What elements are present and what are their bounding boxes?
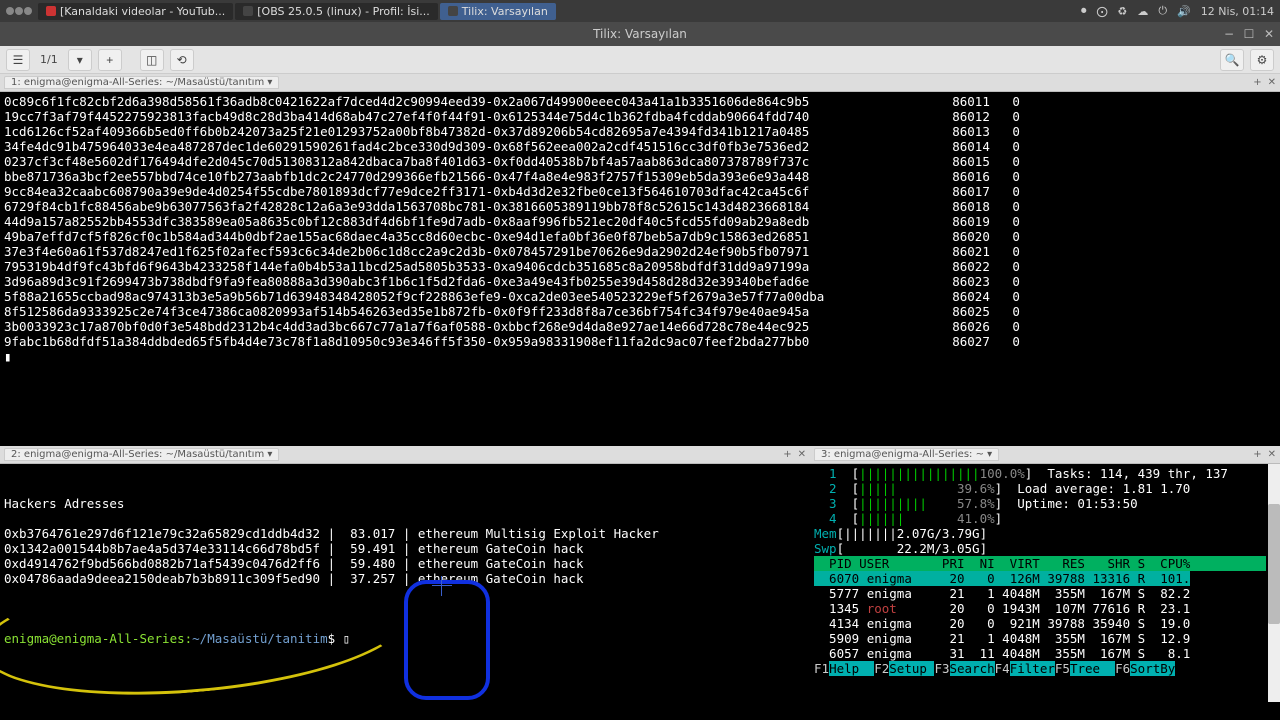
pane3-tabbar: 3: enigma@enigma-All-Series: ~ ▾ + ✕ [810,446,1280,464]
settings-button[interactable]: ⚙ [1250,49,1274,71]
tray-icon[interactable]: ⏻ [1158,4,1167,18]
tray-icon[interactable]: ⨀ [1097,5,1108,18]
clock: 12 Nis, 01:14 [1201,5,1274,18]
tray-icon[interactable]: ⏺ [1081,4,1087,18]
add-session-button[interactable]: + [98,49,122,71]
maximize-button[interactable]: ☐ [1242,27,1256,41]
window-title: Tilix: Varsayılan [593,27,687,41]
new-window-button[interactable]: ◫ [140,49,164,71]
tilix-toolbar: ☰ 1/1 ▾ + ◫ ⟲ 🔍 ⚙ [0,46,1280,74]
taskbar-tab[interactable]: [Kanaldaki videolar - YouTub... [38,3,233,20]
tray-icon[interactable]: 🔊 [1177,5,1191,18]
session-dropdown-button[interactable]: ▾ [68,49,92,71]
taskbar-tabs: [Kanaldaki videolar - YouTub...[OBS 25.0… [38,3,556,20]
tray-icon[interactable]: ☁ [1137,5,1148,18]
window-titlebar: Tilix: Varsayılan − ☐ ✕ [0,22,1280,46]
terminal-1-output[interactable]: 0c89c6f1fc82cbf2d6a398d58561f36adb8c0421… [0,92,1280,446]
pane1-title[interactable]: 1: enigma@enigma-All-Series: ~/Masaüstü/… [4,76,279,89]
pane1-tabbar: 1: enigma@enigma-All-Series: ~/Masaüstü/… [0,74,1280,92]
search-button[interactable]: 🔍 [1220,49,1244,71]
taskbar-tab[interactable]: [OBS 25.0.5 (linux) - Profil: İsi... [235,3,438,20]
pane2-tabbar: 2: enigma@enigma-All-Series: ~/Masaüstü/… [0,446,810,464]
pane3-scrollbar[interactable] [1268,464,1280,702]
menu-button[interactable]: ☰ [6,49,30,71]
pane3-add-button[interactable]: + [1253,449,1261,460]
session-indicator: 1/1 [36,53,62,66]
terminal-2-output[interactable]: Hackers Adresses 0xb3764761e297d6f121e79… [0,464,810,720]
desktop-top-panel: [Kanaldaki videolar - YouTub...[OBS 25.0… [0,0,1280,22]
pane3-close-button[interactable]: ✕ [1268,449,1276,460]
taskbar-tab[interactable]: Tilix: Varsayılan [440,3,556,20]
terminal-3-htop[interactable]: 1 [||||||||||||||||100.0%] Tasks: 114, 4… [810,464,1280,720]
pane2-close-button[interactable]: ✕ [798,449,806,460]
close-button[interactable]: ✕ [1262,27,1276,41]
minimize-button[interactable]: − [1222,27,1236,41]
pane2-title[interactable]: 2: enigma@enigma-All-Series: ~/Masaüstü/… [4,448,279,461]
tilix-window: Tilix: Varsayılan − ☐ ✕ ☰ 1/1 ▾ + ◫ ⟲ 🔍 … [0,22,1280,720]
pane1-close-button[interactable]: ✕ [1268,77,1276,88]
system-tray: ⏺ ⨀ ♻ ☁ ⏻ 🔊 12 Nis, 01:14 [1081,4,1274,18]
pane1-add-button[interactable]: + [1253,77,1261,88]
pane2-add-button[interactable]: + [783,449,791,460]
reset-button[interactable]: ⟲ [170,49,194,71]
tray-icon[interactable]: ♻ [1118,5,1128,18]
window-control-dots [6,7,32,15]
pane3-title[interactable]: 3: enigma@enigma-All-Series: ~ ▾ [814,448,999,461]
